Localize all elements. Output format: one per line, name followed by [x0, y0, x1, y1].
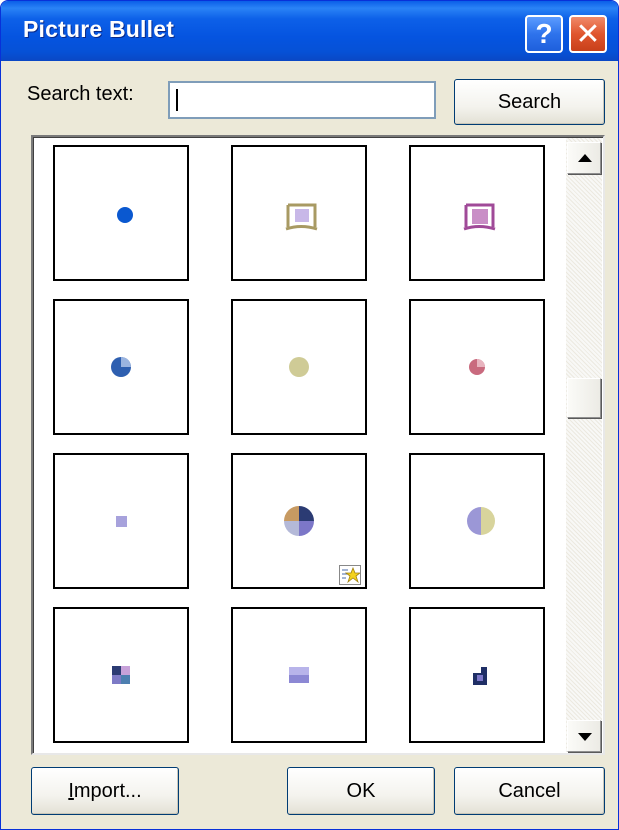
half-left — [467, 507, 481, 535]
quad-c — [299, 521, 314, 536]
dot-fill — [289, 357, 309, 377]
bullet-item[interactable] — [409, 145, 545, 281]
split-top — [289, 667, 309, 675]
bullet-pie-icon — [469, 359, 485, 375]
split-bottom — [289, 675, 309, 683]
bullet-quad-square-icon — [112, 666, 130, 684]
picture-bullet-dialog: Picture Bullet ? ✕ Search text: Search I… — [0, 0, 619, 830]
star-icon — [342, 566, 360, 584]
bullet-item[interactable] — [231, 299, 367, 435]
search-input[interactable] — [168, 81, 436, 119]
bullet-split-square-icon — [289, 667, 309, 683]
scroll-thumb[interactable] — [567, 378, 601, 418]
step-light — [477, 675, 483, 681]
bullet-framed-square-icon — [463, 203, 496, 231]
quad-b — [121, 666, 130, 675]
bullet-item[interactable] — [409, 299, 545, 435]
quad-a — [284, 506, 299, 521]
bullet-item[interactable] — [231, 453, 367, 589]
dialog-title: Picture Bullet — [23, 16, 175, 42]
half-right — [481, 507, 495, 535]
bullet-item[interactable] — [409, 607, 545, 743]
arrow-up-icon — [578, 154, 592, 162]
import-label: mport... — [73, 779, 142, 802]
animated-clip-badge — [339, 565, 361, 585]
quad-d — [121, 675, 130, 684]
help-icon: ? — [535, 18, 553, 49]
search-label: Search text: — [27, 83, 134, 105]
bullet-item[interactable] — [231, 607, 367, 743]
arrow-down-icon — [578, 733, 592, 741]
bullet-dot-icon — [117, 207, 133, 223]
dot-fill — [117, 207, 133, 223]
bullet-item[interactable] — [53, 299, 189, 435]
gallery-scrollbar[interactable] — [566, 138, 602, 752]
close-button[interactable]: ✕ — [569, 15, 607, 53]
title-bar[interactable]: Picture Bullet ? ✕ — [1, 1, 618, 61]
ok-button[interactable]: OK — [287, 767, 435, 815]
bullet-pie-icon — [111, 357, 131, 377]
pie-slice — [477, 359, 485, 367]
bullet-item[interactable] — [53, 607, 189, 743]
bullet-gallery — [31, 135, 605, 755]
quad-b — [299, 506, 314, 521]
bullet-framed-square-icon — [285, 203, 318, 231]
bullet-item[interactable] — [409, 453, 545, 589]
frame-inner — [472, 209, 488, 224]
import-button[interactable]: Import... — [31, 767, 179, 815]
bullet-step-square-icon — [473, 667, 487, 685]
bullet-half-circle-icon — [467, 507, 495, 535]
bullet-square-icon — [116, 516, 127, 527]
help-button[interactable]: ? — [525, 15, 563, 53]
bullet-item[interactable] — [231, 145, 367, 281]
bullet-item[interactable] — [53, 453, 189, 589]
text-caret — [176, 89, 178, 111]
quad-d — [284, 521, 299, 536]
quad-a — [112, 666, 121, 675]
scroll-up-button[interactable] — [567, 142, 601, 174]
close-icon: ✕ — [575, 17, 601, 51]
frame-inner — [295, 209, 309, 222]
bullet-item[interactable] — [53, 145, 189, 281]
scroll-down-button[interactable] — [567, 720, 601, 752]
search-button[interactable]: Search — [454, 79, 605, 125]
square-fill — [116, 516, 127, 527]
bullet-dot-icon — [289, 357, 309, 377]
pie-slice — [121, 357, 131, 367]
cancel-button[interactable]: Cancel — [454, 767, 605, 815]
quad-c — [112, 675, 121, 684]
